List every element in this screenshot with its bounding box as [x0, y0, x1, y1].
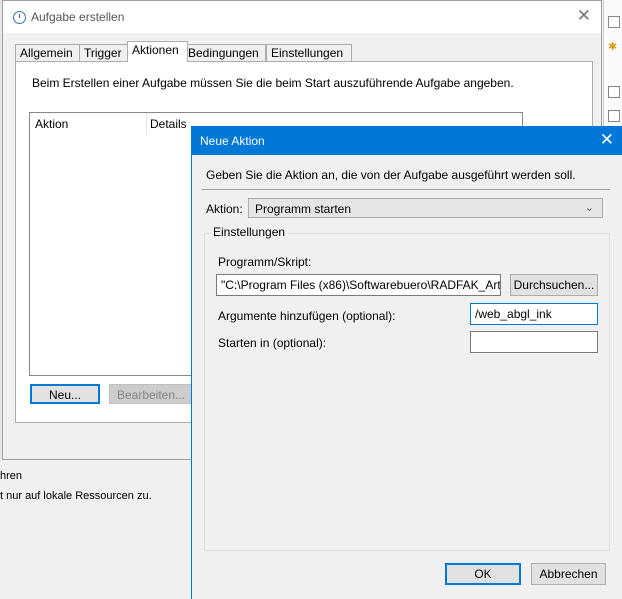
- dialog-title: Neue Aktion: [200, 134, 265, 148]
- close-icon[interactable]: ✕: [577, 6, 591, 26]
- tab-bedingungen[interactable]: Bedingungen: [183, 44, 266, 62]
- edit-action-button[interactable]: Bearbeiten...: [109, 384, 193, 404]
- actions-description: Beim Erstellen einer Aufgabe müssen Sie …: [32, 76, 514, 90]
- column-divider: [146, 113, 147, 135]
- action-select[interactable]: Programm starten ⌄: [248, 198, 603, 218]
- column-header-aktion[interactable]: Aktion: [35, 113, 68, 135]
- start-in-label: Starten in (optional):: [218, 336, 327, 350]
- dialog-titlebar: Neue Aktion ✕: [192, 127, 622, 155]
- ok-button[interactable]: OK: [445, 563, 521, 585]
- arguments-label: Argumente hinzufügen (optional):: [218, 309, 396, 323]
- new-action-button[interactable]: Neu...: [30, 384, 100, 404]
- program-label: Programm/Skript:: [218, 255, 312, 269]
- cancel-button[interactable]: Abbrechen: [531, 563, 606, 585]
- start-in-field[interactable]: [470, 331, 598, 353]
- background-text-line: t nur auf lokale Ressourcen zu.: [0, 490, 152, 502]
- checkbox-icon: [608, 16, 620, 28]
- star-icon: ✱: [608, 41, 618, 53]
- clock-icon: [13, 11, 26, 24]
- checkbox-icon: [608, 86, 620, 98]
- new-action-dialog: Neue Aktion ✕ Geben Sie die Aktion an, d…: [191, 126, 622, 599]
- dialog-description: Geben Sie die Aktion an, die von der Auf…: [206, 168, 576, 182]
- divider: [202, 189, 610, 190]
- tab-aktionen[interactable]: Aktionen: [127, 41, 188, 62]
- arguments-field[interactable]: /web_abgl_ink: [470, 303, 598, 325]
- close-icon[interactable]: ✕: [600, 130, 614, 150]
- background-text-line: hren: [0, 470, 23, 482]
- column-header-details[interactable]: Details: [150, 113, 187, 135]
- chevron-down-icon: ⌄: [584, 202, 594, 214]
- settings-legend: Einstellungen: [210, 225, 289, 239]
- action-select-value: Programm starten: [255, 202, 352, 216]
- task-window-title: Aufgabe erstellen: [31, 10, 125, 24]
- action-label: Aktion:: [206, 202, 243, 216]
- tab-einstellungen[interactable]: Einstellungen: [266, 44, 352, 62]
- browse-button[interactable]: Durchsuchen...: [510, 274, 598, 296]
- program-field[interactable]: "C:\Program Files (x86)\Softwarebuero\RA…: [216, 274, 501, 296]
- task-window-titlebar: Aufgabe erstellen ✕: [3, 1, 601, 33]
- tab-allgemein[interactable]: Allgemein: [15, 44, 81, 62]
- checkbox-icon: [608, 110, 620, 122]
- tab-trigger[interactable]: Trigger: [79, 44, 133, 62]
